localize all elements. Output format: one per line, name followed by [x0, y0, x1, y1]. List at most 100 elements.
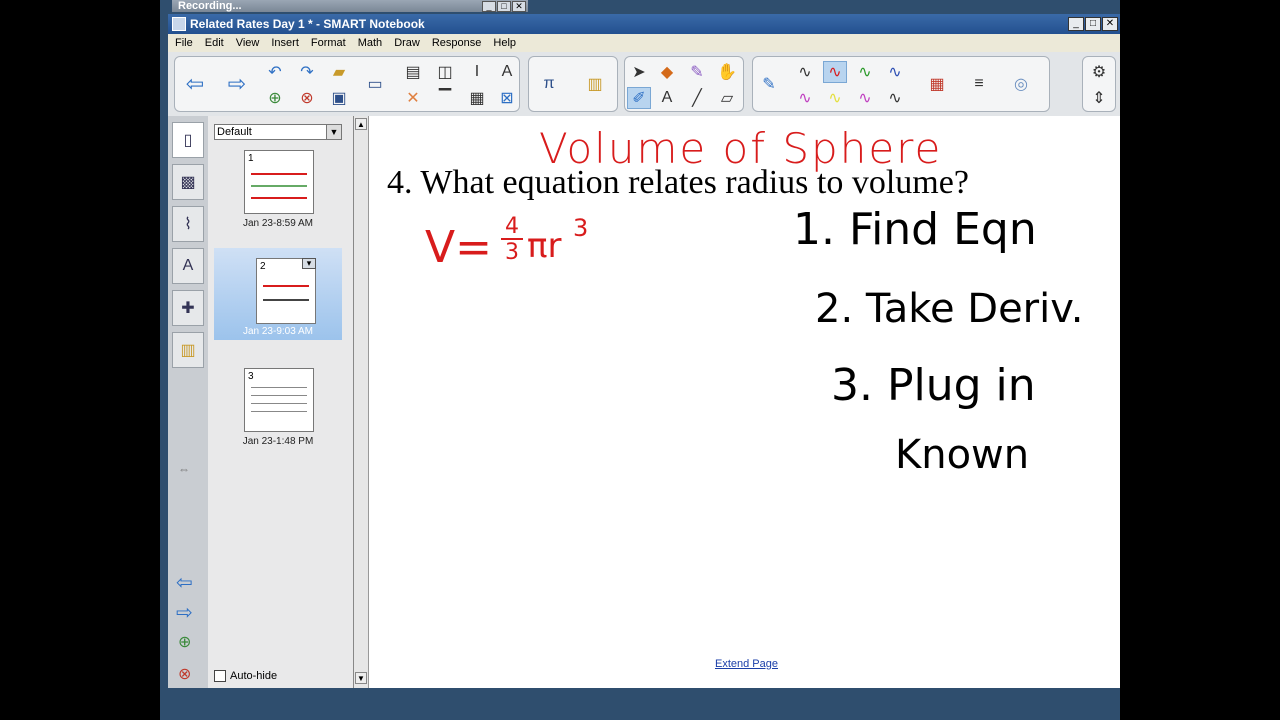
menu-file[interactable]: File [168, 37, 198, 49]
pen-style-magenta-icon[interactable]: ∿ [793, 87, 817, 109]
pen-style-dashed-black-icon[interactable]: ∿ [883, 87, 907, 109]
move-toolbar-icon[interactable]: ⇕ [1087, 87, 1111, 109]
menu-math[interactable]: Math [351, 37, 387, 49]
lines-icon[interactable]: ╱ [685, 87, 709, 109]
question-text: 4. What equation relates radius to volum… [387, 164, 969, 201]
sidebar-delete-page-icon[interactable]: ⊗ [178, 664, 191, 684]
recording-close-button[interactable]: ✕ [512, 0, 526, 12]
page-thumbnail-1[interactable]: 1 [244, 150, 314, 214]
scroll-down-icon[interactable]: ▼ [355, 672, 367, 684]
thumbnail-ink [251, 185, 307, 187]
lesson-activity-icon[interactable]: ▥ [583, 73, 607, 95]
page-thumbnail-label: Jan 23-1:48 PM [242, 436, 314, 447]
gallery-tab-icon[interactable]: ▩ [172, 164, 204, 200]
fill-icon[interactable]: ✋ [715, 61, 739, 83]
menu-draw[interactable]: Draw [387, 37, 425, 49]
sidebar-add-page-icon[interactable]: ⊕ [178, 632, 191, 652]
previous-page-icon[interactable]: ⇦ [183, 71, 207, 96]
page-sorter: Default ▼ 1 Jan 23-8:59 AM 2 ▾ Jan 23-9:… [208, 116, 354, 688]
add-page-icon[interactable]: ⊕ [263, 87, 287, 109]
pen-style-yellow-icon[interactable]: ∿ [823, 87, 847, 109]
sidebar-resize-icon[interactable]: ⇔ [178, 462, 190, 476]
close-button[interactable]: ✕ [1102, 17, 1118, 31]
toolbar: ⇦ ⇨ ↶ ↷ ▰ ⊕ ⊗ ▣ ▭ ▤ ◫ I A ✕ ▔ ▦ ⊠ π ▥ ➤ … [168, 52, 1120, 116]
thumbnail-ink [251, 197, 307, 199]
menu-edit[interactable]: Edit [198, 37, 229, 49]
formula-numerator: 4 [505, 214, 519, 239]
magic-pen-icon[interactable]: ✎ [685, 61, 709, 83]
screen-shade-icon[interactable]: ▔ [433, 87, 457, 109]
thumbnail-text [251, 403, 307, 404]
pen-style-black-icon[interactable]: ∿ [793, 61, 817, 83]
page-number: 1 [248, 153, 254, 164]
screen-capture-icon[interactable]: ◫ [433, 61, 457, 83]
step-3: 3. Plug in [831, 360, 1036, 411]
eraser-icon[interactable]: ▱ [715, 87, 739, 109]
toolbar-group-tools: ➤ ◆ ✎ ✋ ✐ A ╱ ▱ [624, 56, 744, 112]
pen-icon[interactable]: ✎ [757, 73, 781, 95]
menu-help[interactable]: Help [486, 37, 521, 49]
sorter-group-dropdown[interactable]: Default ▼ [214, 124, 342, 140]
formula-exponent: 3 [573, 214, 589, 242]
color-palette-icon[interactable]: ▦ [925, 73, 949, 95]
text-icon[interactable]: A [655, 87, 679, 109]
menu-view[interactable]: View [229, 37, 265, 49]
clear-icon[interactable]: ✕ [401, 87, 425, 109]
page-menu-chevron-icon[interactable]: ▾ [302, 258, 316, 269]
sidebar-next-page-icon[interactable]: ⇨ [176, 600, 193, 625]
text-tool-icon[interactable]: I [465, 61, 489, 83]
line-style-icon[interactable]: ≡ [967, 73, 991, 95]
pen-style-red-icon[interactable]: ∿ [823, 61, 847, 83]
delete-page-icon[interactable]: ⊗ [295, 87, 319, 109]
scroll-up-icon[interactable]: ▲ [355, 118, 367, 130]
page-sorter-tab-icon[interactable]: ▯ [172, 122, 204, 158]
gear-icon[interactable]: ⚙ [1087, 61, 1111, 83]
pen-style-green-icon[interactable]: ∿ [853, 61, 877, 83]
display-icon[interactable]: ▭ [363, 73, 387, 95]
transparency-icon[interactable]: ◎ [1009, 73, 1033, 95]
menu-insert[interactable]: Insert [264, 37, 304, 49]
pen-style-blue-icon[interactable]: ∿ [883, 61, 907, 83]
recording-minimize-button[interactable]: _ [482, 0, 496, 12]
undo-icon[interactable]: ↶ [263, 61, 287, 83]
properties-tab-icon[interactable]: A [172, 248, 204, 284]
smart-notebook-app-icon [172, 17, 186, 31]
page-thumbnail-3[interactable]: 3 [244, 368, 314, 432]
pens-icon[interactable]: ✐ [627, 87, 651, 109]
redo-icon[interactable]: ↷ [295, 61, 319, 83]
shapes-icon[interactable]: ◆ [655, 61, 679, 83]
auto-hide-option[interactable]: Auto-hide [214, 670, 277, 682]
save-icon[interactable]: ▣ [327, 87, 351, 109]
pen-style-dashed-magenta-icon[interactable]: ∿ [853, 87, 877, 109]
thumbnail-text [251, 411, 307, 412]
select-icon[interactable]: ➤ [627, 61, 651, 83]
toolbar-group-addons: π ▥ [528, 56, 618, 112]
spell-check-icon[interactable]: A [495, 61, 519, 83]
close-document-icon[interactable]: ⊠ [495, 87, 519, 109]
attachments-tab-icon[interactable]: ⌇ [172, 206, 204, 242]
maximize-button[interactable]: □ [1085, 17, 1101, 31]
math-tools-icon[interactable]: π [537, 73, 561, 95]
add-ons-tab-icon[interactable]: ✚ [172, 290, 204, 326]
toolbar-group-main: ⇦ ⇨ ↶ ↷ ▰ ⊕ ⊗ ▣ ▭ ▤ ◫ I A ✕ ▔ ▦ ⊠ [174, 56, 520, 112]
recording-bar: Recording... _ □ ✕ [172, 0, 528, 12]
whiteboard-canvas[interactable]: Volume of Sphere 4. What equation relate… [369, 116, 1120, 688]
lesson-activity-tab-icon[interactable]: ▥ [172, 332, 204, 368]
auto-hide-checkbox[interactable] [214, 670, 226, 682]
menu-format[interactable]: Format [304, 37, 351, 49]
minimize-button[interactable]: _ [1068, 17, 1084, 31]
page-number: 3 [248, 371, 254, 382]
thumbnail-ink [263, 285, 309, 287]
menu-response[interactable]: Response [425, 37, 487, 49]
recording-label: Recording... [178, 0, 242, 12]
next-page-icon[interactable]: ⇨ [225, 71, 249, 96]
page-number: 2 [260, 261, 266, 272]
paste-icon[interactable]: ▤ [401, 61, 425, 83]
recording-maximize-button[interactable]: □ [497, 0, 511, 12]
open-folder-icon[interactable]: ▰ [327, 61, 351, 83]
sidebar-previous-page-icon[interactable]: ⇦ [176, 570, 193, 595]
sorter-scrollbar[interactable]: ▲ ▼ [354, 116, 369, 688]
toolbar-group-settings: ⚙ ⇕ [1082, 56, 1116, 112]
extend-page-link[interactable]: Extend Page [715, 658, 778, 670]
table-icon[interactable]: ▦ [465, 87, 489, 109]
